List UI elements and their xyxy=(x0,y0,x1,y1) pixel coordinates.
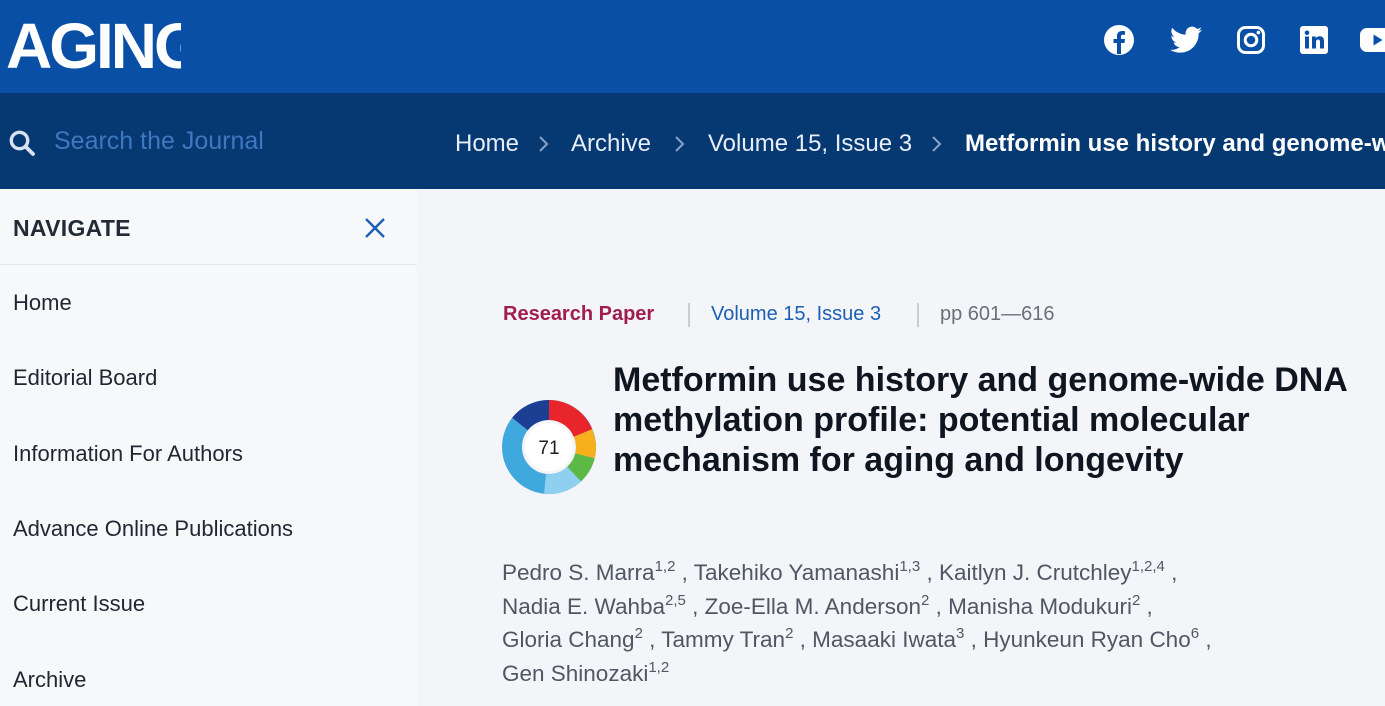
chevron-right-icon xyxy=(932,136,942,152)
author-name[interactable]: Hyunkeun Ryan Cho6 xyxy=(983,626,1199,652)
nav-item-home[interactable]: Home xyxy=(13,290,72,316)
navigate-sidebar: NAVIGATE Home Editorial Board Informatio… xyxy=(0,189,417,706)
breadcrumb-archive[interactable]: Archive xyxy=(571,130,651,158)
author-name[interactable]: Takehiko Yamanashi1,3 xyxy=(694,559,920,585)
svg-text:AGING: AGING xyxy=(6,10,181,82)
twitter-icon[interactable] xyxy=(1168,22,1204,58)
meta-divider xyxy=(917,303,919,327)
instagram-icon[interactable] xyxy=(1233,22,1269,58)
search-input[interactable] xyxy=(54,123,384,159)
top-banner: AGING xyxy=(0,0,1385,93)
author-name[interactable]: Masaaki Iwata3 xyxy=(812,626,964,652)
aging-logo[interactable]: AGING xyxy=(6,6,181,86)
chevron-right-icon xyxy=(539,136,549,152)
author-name[interactable]: Gen Shinozaki1,2 xyxy=(502,660,669,686)
nav-item-archive[interactable]: Archive xyxy=(13,667,86,693)
article-title: Metformin use history and genome-wide DN… xyxy=(613,361,1347,479)
author-name[interactable]: Tammy Tran2 xyxy=(661,626,793,652)
author-name[interactable]: Zoe-Ella M. Anderson2 xyxy=(705,593,930,619)
author-name[interactable]: Kaitlyn J. Crutchley1,2,4 xyxy=(939,559,1165,585)
author-name[interactable]: Gloria Chang2 xyxy=(502,626,643,652)
breadcrumb-current: Metformin use history and genome-wide DN… xyxy=(965,130,1385,157)
search-icon[interactable] xyxy=(8,129,36,157)
breadcrumb-volume[interactable]: Volume 15, Issue 3 xyxy=(708,130,912,158)
nav-item-current-issue[interactable]: Current Issue xyxy=(13,591,145,617)
meta-divider xyxy=(688,303,690,327)
author-name[interactable]: Manisha Modukuri2 xyxy=(948,593,1140,619)
facebook-icon[interactable] xyxy=(1101,22,1137,58)
author-list: Pedro S. Marra1,2 , Takehiko Yamanashi1,… xyxy=(502,558,1212,686)
sidebar-title: NAVIGATE xyxy=(13,215,131,241)
article-pages: pp 601—616 xyxy=(940,303,1055,325)
nav-item-editorial-board[interactable]: Editorial Board xyxy=(13,365,157,391)
altmetric-donut[interactable]: 71 xyxy=(500,398,598,496)
article-type[interactable]: Research Paper xyxy=(503,303,654,326)
close-icon[interactable] xyxy=(358,211,392,245)
nav-item-advance-online-publications[interactable]: Advance Online Publications xyxy=(13,516,293,542)
youtube-icon[interactable] xyxy=(1359,22,1385,58)
author-name[interactable]: Nadia E. Wahba2,5 xyxy=(502,593,686,619)
author-name[interactable]: Pedro S. Marra1,2 xyxy=(502,559,675,585)
breadcrumb-home[interactable]: Home xyxy=(455,130,519,158)
article-volume[interactable]: Volume 15, Issue 3 xyxy=(711,303,881,326)
sidebar-header: NAVIGATE xyxy=(0,189,417,265)
chevron-right-icon xyxy=(675,136,685,152)
svg-text:71: 71 xyxy=(538,438,559,459)
linkedin-icon[interactable] xyxy=(1296,22,1332,58)
search-breadcrumb-bar: Home Archive Volume 15, Issue 3 Metformi… xyxy=(0,93,1385,189)
nav-item-information-for-authors[interactable]: Information For Authors xyxy=(13,441,243,467)
